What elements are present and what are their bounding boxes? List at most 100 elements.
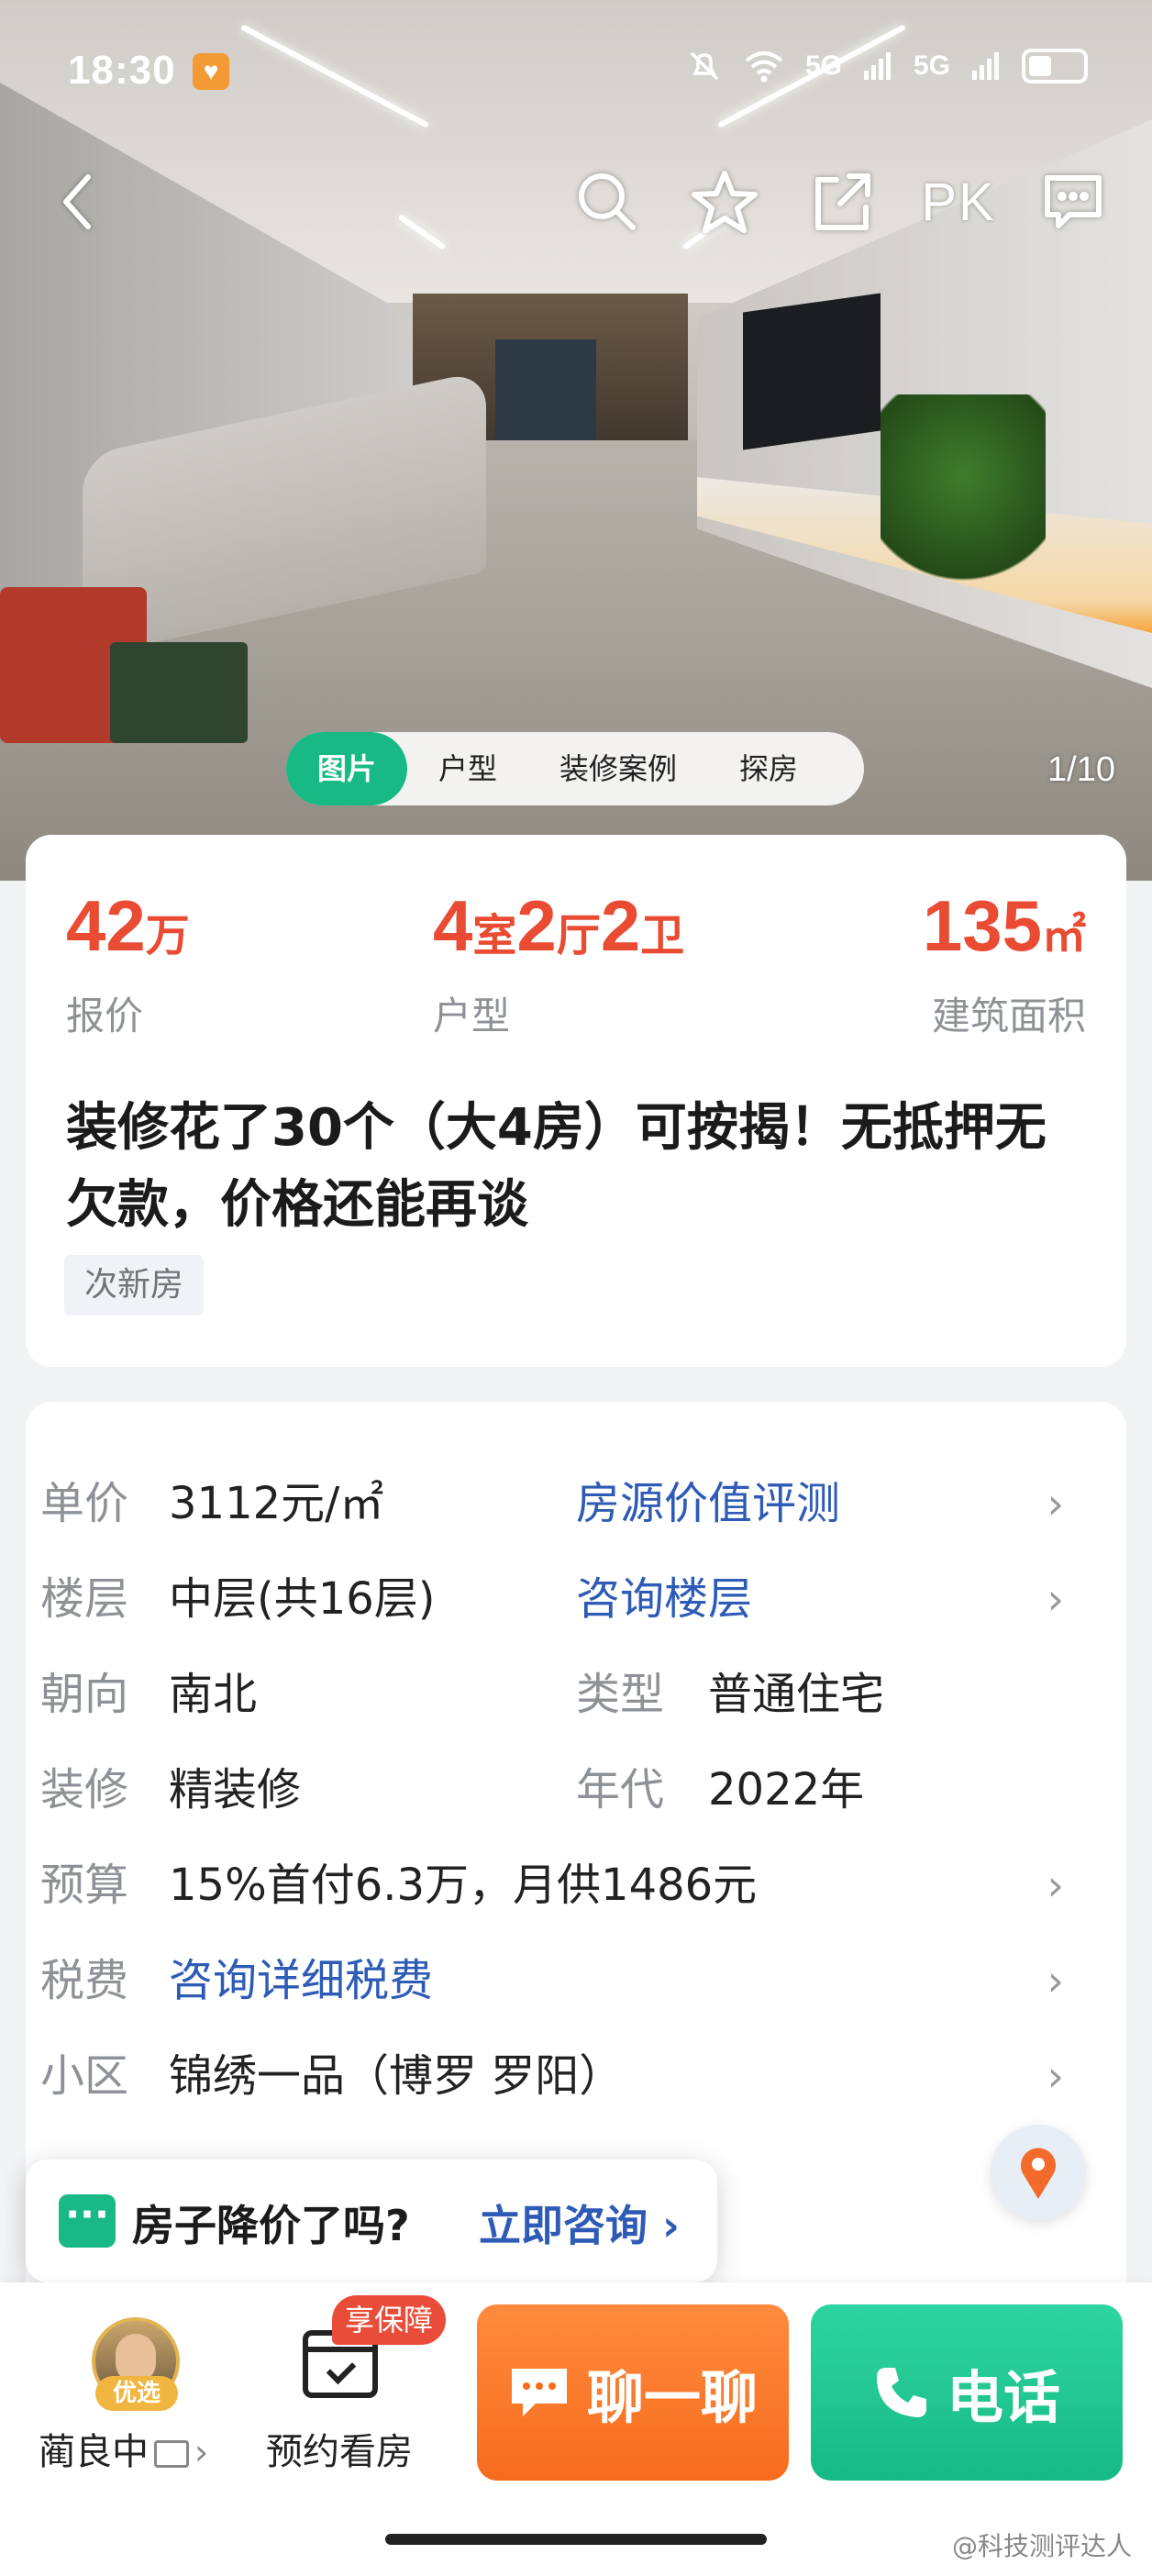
notification-heart-icon: ♥ [193,53,229,90]
budget-value: 15%首付6.3万，月供1486元 [169,1860,758,1911]
community-label: 小区 [40,2050,129,2102]
decoration-value: 精装修 [169,1764,302,1815]
chat-button[interactable]: 聊一聊 [477,2304,789,2481]
layout-stat: 4室2厅2卫 户型 [433,890,684,1041]
tab-decoration-cases[interactable]: 装修案例 [528,732,708,805]
unit-price-label: 单价 [40,1478,129,1529]
price-number: 42 [66,885,146,966]
back-arrow-icon [63,174,91,229]
tab-floorplan[interactable]: 户型 [407,732,528,805]
map-location-button[interactable] [991,2125,1086,2220]
budget-label: 预算 [40,1860,129,1911]
layout-label: 户型 [433,994,511,1038]
rooms-number: 4 [433,885,473,966]
chevron-right-icon: › [1047,2051,1064,2101]
type-value: 普通住宅 [708,1669,885,1720]
detail-row-tax[interactable]: 税费 咨询详细税费 › [40,1949,1086,2013]
chevron-right-icon: › [1047,1479,1064,1528]
wifi-icon [745,51,783,83]
price-drop-question: 房子降价了吗? [132,2201,410,2250]
halls-unit: 厅 [556,912,601,960]
home-indicator[interactable] [385,2534,767,2545]
detail-row-floor[interactable]: 楼层 中层(共16层) 咨询楼层 › [40,1567,1086,1631]
chevron-right-icon: › [1047,1860,1064,1910]
photo-tv [743,293,881,450]
area-number: 135 [922,885,1042,966]
back-button[interactable] [46,165,110,239]
share-button[interactable] [805,165,879,239]
star-icon [692,171,758,233]
price-label: 报价 [66,994,144,1038]
detail-row-budget[interactable]: 预算 15%首付6.3万，月供1486元 › [40,1853,1086,1917]
chevron-right-icon: › [194,2432,209,2472]
chevron-right-icon: › [1047,1574,1064,1624]
price-drop-tooltip[interactable]: 房子降价了吗? 立即咨询 › [26,2160,717,2299]
phone-icon [876,2368,926,2417]
price-stat: 42万 报价 [66,890,190,1041]
chat-label: 聊一聊 [586,2364,758,2431]
message-button[interactable] [1036,165,1110,239]
status-icons: 5G 5G [686,48,1088,84]
community-value: 锦绣一品（博罗 罗阳） [169,2050,624,2102]
price-unit: 万 [145,912,190,960]
guarantee-badge: 享保障 [332,2295,447,2345]
photo-plant [881,394,1046,596]
photo-bench [110,642,248,743]
consult-now-label: 立即咨询 [479,2201,648,2250]
year-value: 2022年 [708,1764,865,1815]
weibo-watermark: @科技测评达人 [951,2531,1132,2561]
favorite-button[interactable] [688,165,761,239]
floor-label: 楼层 [40,1573,129,1625]
search-icon [579,173,636,230]
location-pin-icon [1021,2148,1056,2199]
agent-name: 蔺良中 [39,2431,149,2473]
area-value: 135㎡ [923,890,1086,961]
price-value: 42万 [66,890,190,961]
type-label: 类型 [576,1669,665,1720]
schedule-visit-label[interactable]: 预约看房 [266,2422,413,2475]
tax-consult-link[interactable]: 咨询详细税费 [169,1949,433,2013]
area-label: 建筑面积 [931,994,1086,1038]
signal-5g-label-2: 5G [913,50,950,81]
pk-compare-button[interactable]: PK [908,165,1009,239]
decoration-label: 装修 [40,1764,129,1815]
detail-row-community[interactable]: 小区 锦绣一品（博罗 罗阳） › [40,2044,1086,2108]
tab-photos[interactable]: 图片 [286,732,408,805]
share-icon [815,173,870,230]
chevron-right-icon: › [1047,1956,1064,2005]
agent-name-link[interactable]: 蔺良中 › [39,2422,208,2475]
signal-bars-icon [863,52,891,80]
chat-icon [511,2369,567,2416]
consult-now-link[interactable]: 立即咨询 › [479,2193,680,2253]
status-time: 18:30 [68,48,176,93]
area-stat: 135㎡ 建筑面积 [923,890,1086,1041]
message-icon [1045,175,1102,228]
tab-house-tour[interactable]: 探房 [708,732,829,805]
rooms-unit: 室 [472,912,517,960]
halls-number: 2 [516,885,557,966]
year-label: 年代 [576,1764,665,1815]
business-card-icon [154,2440,189,2468]
floor-value: 中层(共16层) [169,1573,436,1625]
photo-counter: 1/10 [1047,750,1115,789]
consult-floor-link[interactable]: 咨询楼层 [576,1567,752,1631]
photo-tab-bar: 图片 户型 装修案例 探房 [286,732,864,805]
search-button[interactable] [570,165,644,239]
detail-row-decor-year: 装修 精装修 年代 2022年 [40,1758,1086,1822]
chat-bubble-icon [59,2194,116,2248]
listing-tag: 次新房 [64,1255,205,1316]
value-evaluation-link[interactable]: 房源价值评测 [576,1471,840,1536]
detail-row-orientation-type: 朝向 南北 类型 普通住宅 [40,1662,1086,1727]
baths-number: 2 [600,885,641,966]
unit-price-value: 3112元/㎡ [169,1478,384,1529]
mute-bell-icon [690,51,719,81]
photo-window [495,339,596,450]
detail-row-unit-price[interactable]: 单价 3112元/㎡ 房源价值评测 › [40,1471,1086,1536]
orientation-value: 南北 [169,1669,258,1720]
listing-title: 装修花了30个（大4房）可按揭！无抵押无欠款，价格还能再谈 [66,1098,1047,1235]
status-bar: 18:30 ♥ 5G 5G [0,0,1152,138]
call-button[interactable]: 电话 [811,2304,1123,2481]
area-unit: ㎡ [1041,912,1086,960]
tax-label: 税费 [40,1955,129,2006]
call-label: 电话 [946,2364,1060,2431]
